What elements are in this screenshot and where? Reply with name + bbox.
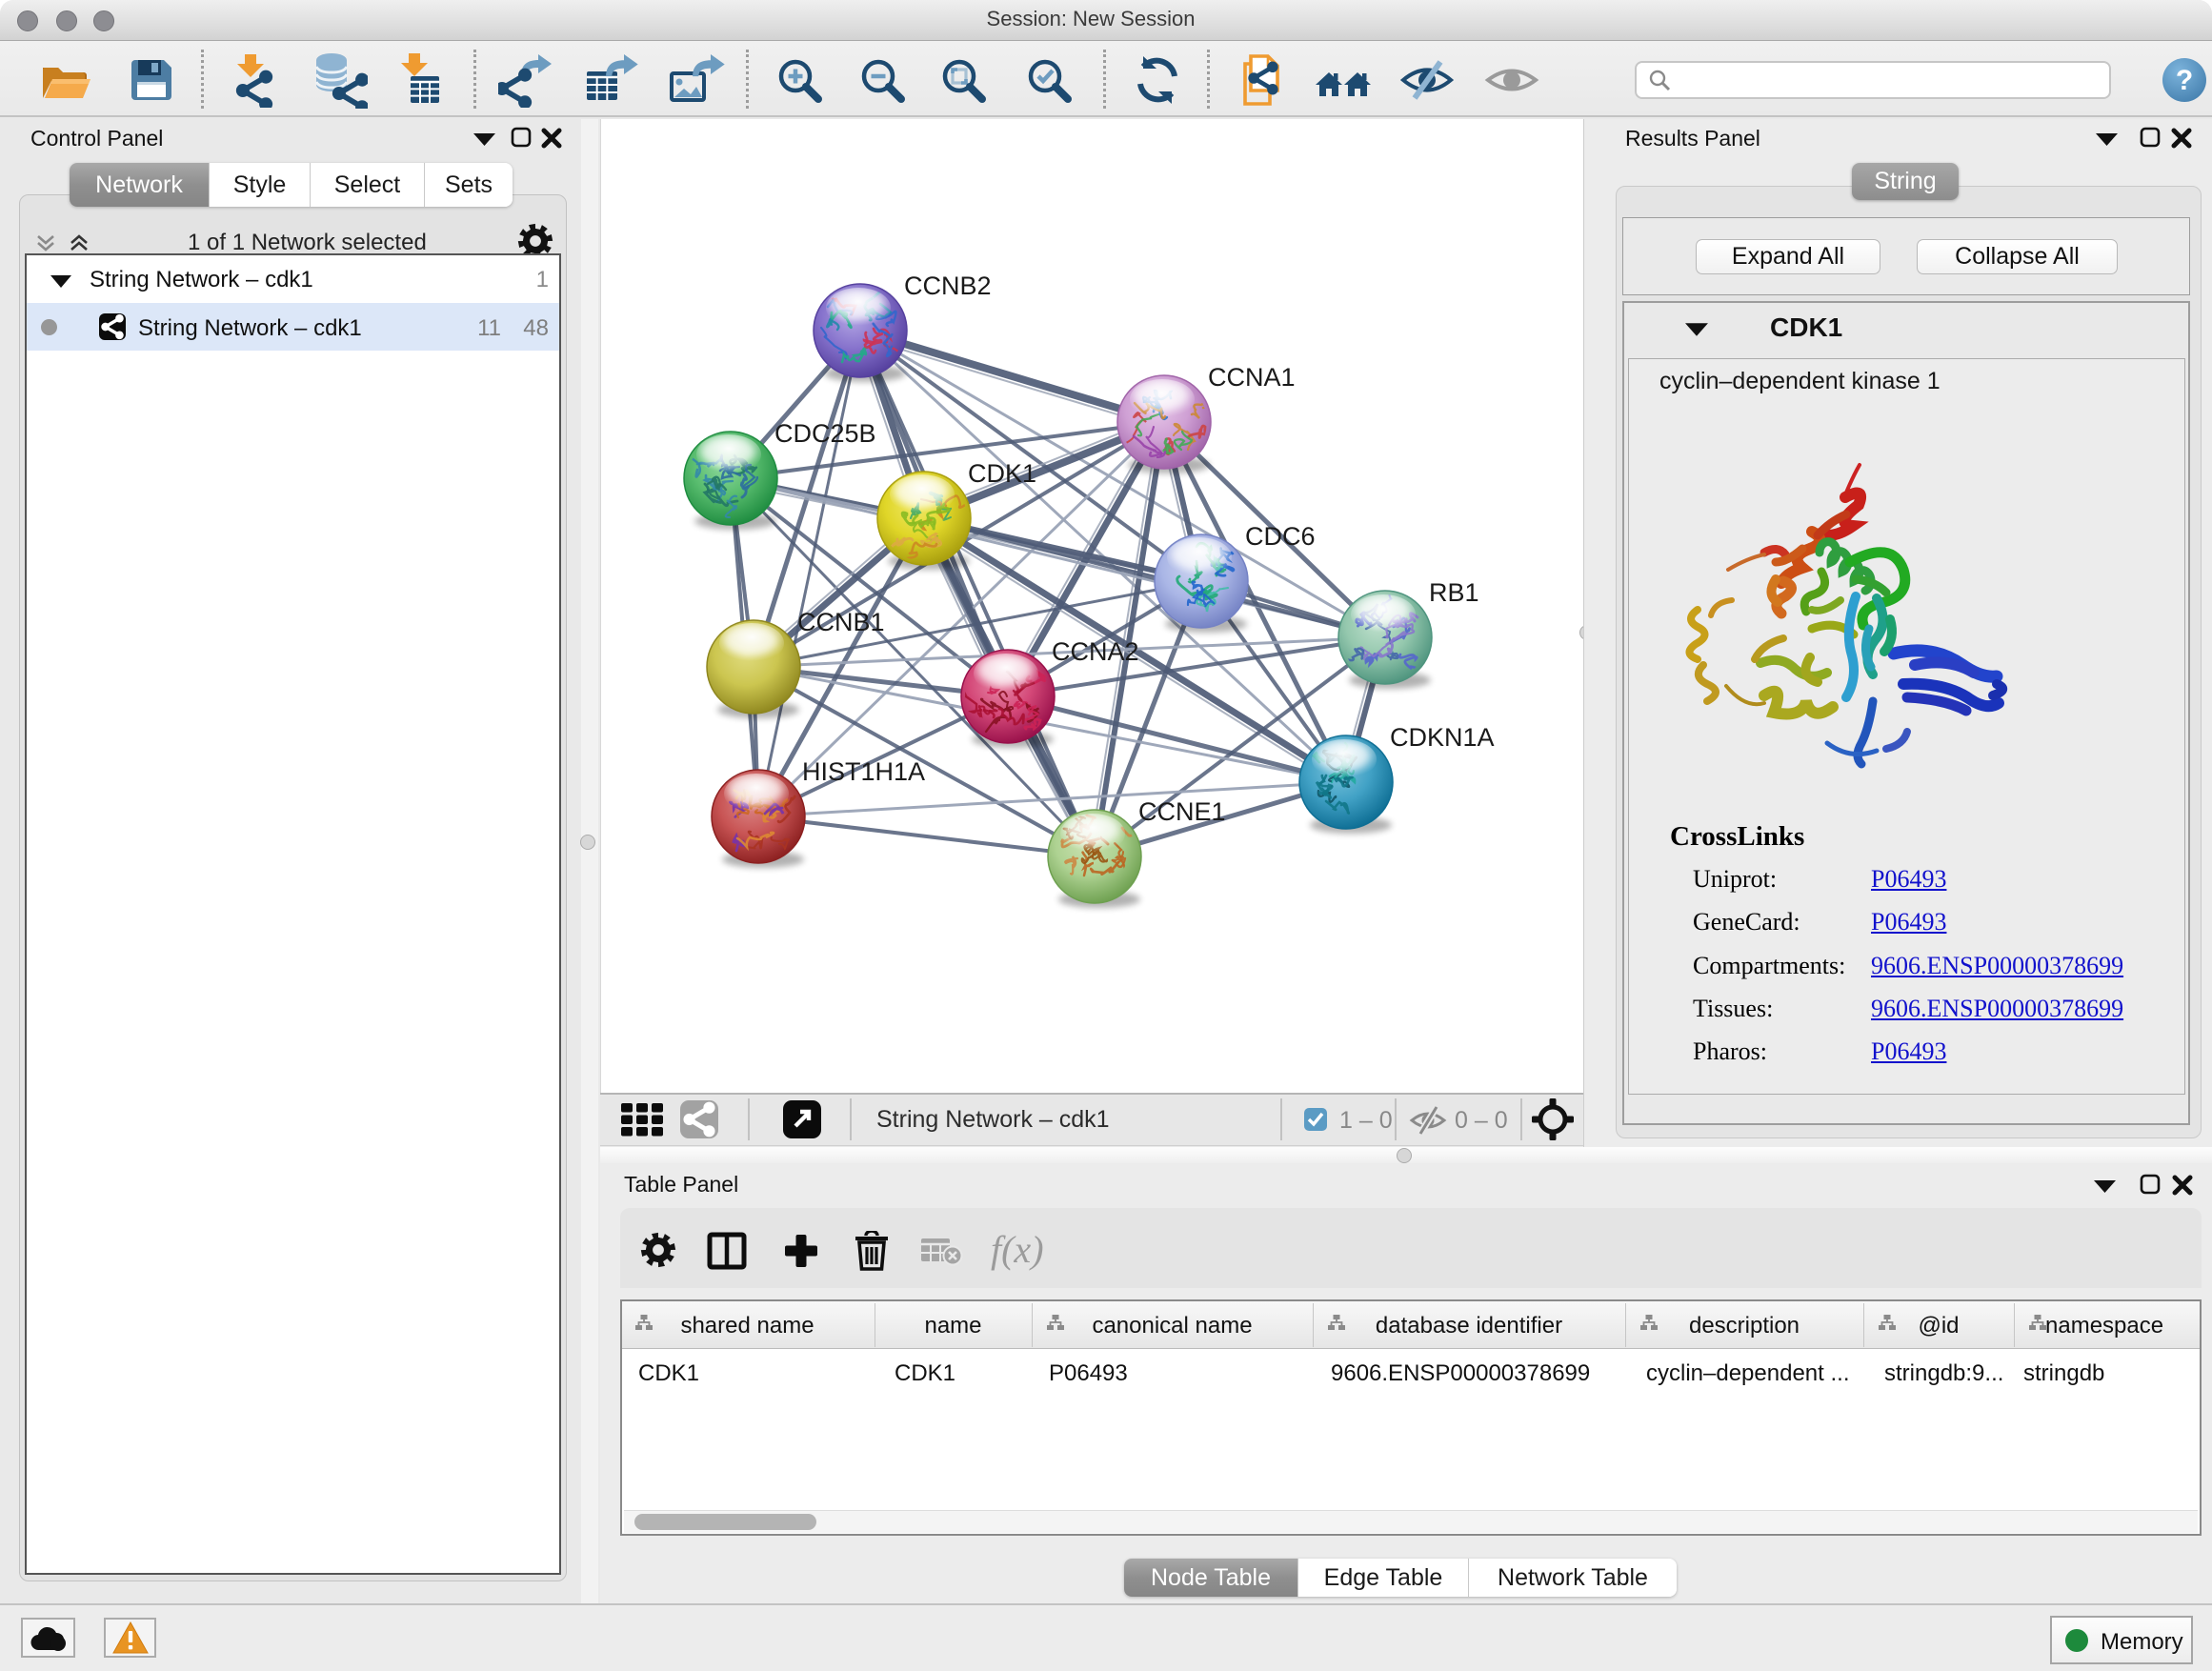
svg-text:CCNA1: CCNA1 bbox=[1208, 363, 1296, 392]
svg-text:?: ? bbox=[2176, 65, 2193, 96]
svg-text:HIST1H1A: HIST1H1A bbox=[802, 757, 925, 786]
svg-text:CDK1: CDK1 bbox=[968, 459, 1036, 488]
svg-text:RB1: RB1 bbox=[1429, 578, 1479, 607]
svg-text:CCNE1: CCNE1 bbox=[1138, 797, 1226, 826]
svg-text:CDC6: CDC6 bbox=[1245, 522, 1316, 551]
svg-text:CCNA2: CCNA2 bbox=[1052, 637, 1139, 666]
svg-text:CDC25B: CDC25B bbox=[774, 419, 876, 448]
svg-text:CDKN1A: CDKN1A bbox=[1390, 723, 1495, 752]
svg-text:CCNB1: CCNB1 bbox=[797, 608, 885, 636]
svg-text:CCNB2: CCNB2 bbox=[904, 272, 992, 300]
